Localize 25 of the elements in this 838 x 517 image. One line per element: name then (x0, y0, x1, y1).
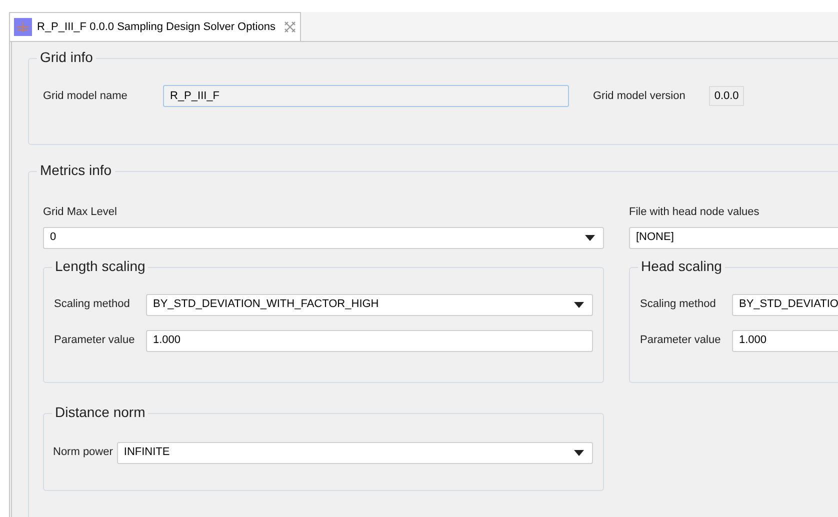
scaling-method-dropdown[interactable]: BY_STD_DEVIATION_WITH_FACTOR_HIGH (146, 294, 593, 316)
field-label: Grid model name (43, 88, 128, 104)
grid-model-version-field: 0.0.0 (709, 86, 744, 106)
tab-title: R_P_III_F 0.0.0 Sampling Design Solver Options (37, 20, 276, 35)
field-label: Scaling method (54, 297, 131, 312)
grid-model-name-field[interactable]: R_P_III_F (163, 85, 569, 107)
dropdown-caret-icon (585, 234, 595, 240)
parameter-value-field[interactable]: 1.000 (146, 330, 593, 352)
field-label: Parameter value (640, 333, 722, 348)
parameter-value-field[interactable]: 1.000 (732, 330, 838, 352)
close-icon[interactable] (284, 21, 296, 33)
dropdown-caret-icon (574, 450, 584, 456)
editor-tab[interactable]: R_P_III_F 0.0.0 Sampling Design Solver Options (9, 12, 302, 41)
head-file-field[interactable]: [NONE] (629, 226, 838, 248)
field-label: Grid model version (593, 88, 686, 104)
field-label: Norm power (53, 445, 113, 460)
field-label: Parameter value (54, 333, 136, 348)
norm-power-dropdown[interactable]: INFINITE (116, 442, 593, 464)
field-label: Grid Max Level (43, 205, 118, 220)
scaling-method-dropdown[interactable]: BY_STD_DEVIATIO (732, 294, 838, 316)
grid-max-level-dropdown[interactable]: 0 (43, 226, 604, 248)
field-label: Scaling method (640, 297, 717, 312)
dropdown-caret-icon (574, 302, 584, 308)
field-label: File with head node values (629, 205, 760, 220)
grid-icon (14, 18, 32, 36)
